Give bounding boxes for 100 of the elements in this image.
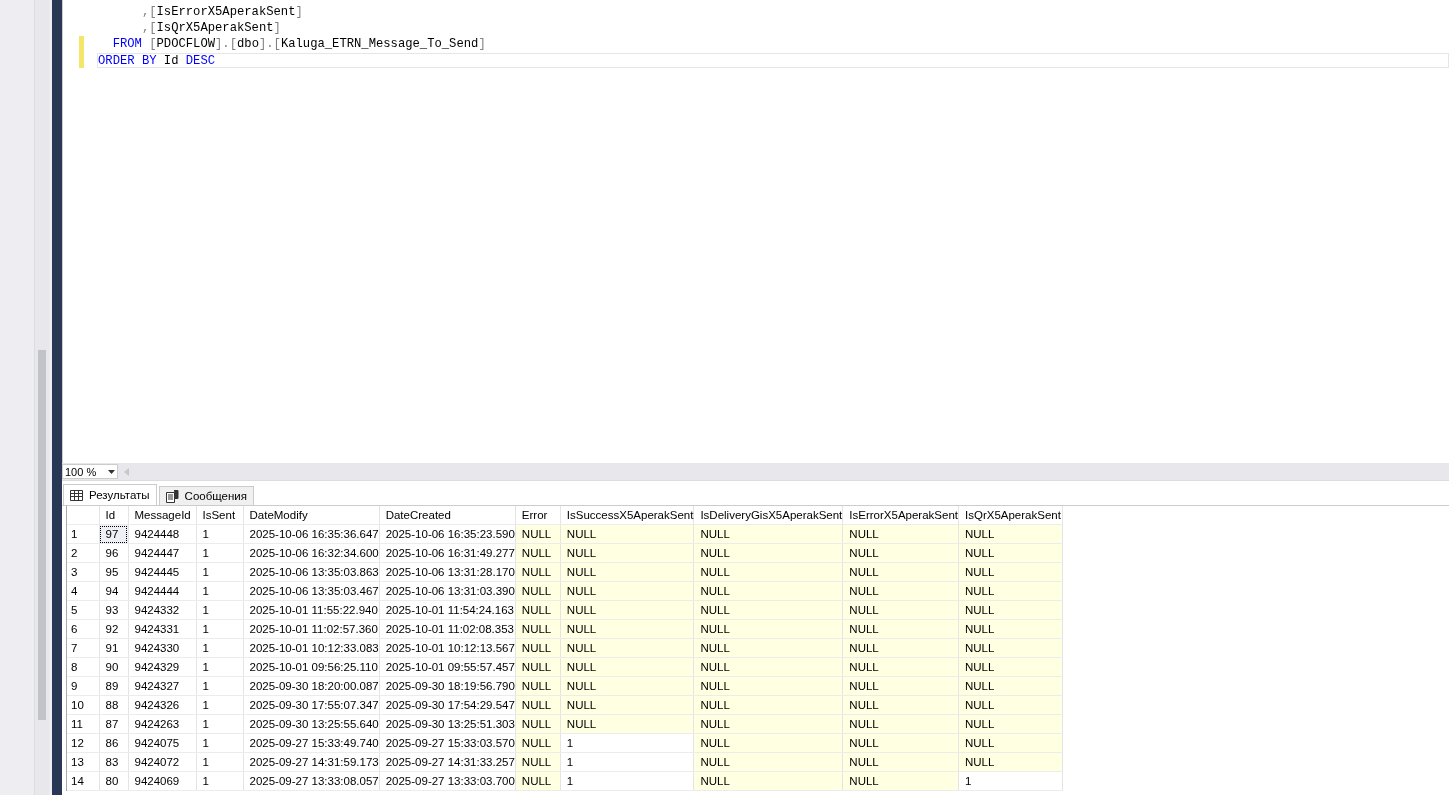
table-cell: 88 bbox=[99, 695, 128, 715]
column-header: IsDeliveryGisX5AperakSent bbox=[693, 506, 843, 525]
row-number: 3 bbox=[67, 562, 99, 582]
row-number: 12 bbox=[67, 733, 99, 753]
table-cell: 2025-09-27 14:31:59.173 bbox=[243, 752, 380, 772]
table-cell: 87 bbox=[99, 714, 128, 734]
table-cell: 2025-09-30 18:19:56.790 bbox=[379, 676, 516, 696]
table-cell: 2025-10-06 13:35:03.467 bbox=[243, 581, 380, 601]
table-cell: 86 bbox=[99, 733, 128, 753]
table-cell: 9424331 bbox=[128, 619, 196, 639]
table-cell: 90 bbox=[99, 657, 128, 677]
table-cell: 9424445 bbox=[128, 562, 196, 582]
table-cell: 2025-09-30 17:54:29.547 bbox=[379, 695, 516, 715]
table-cell: 1 bbox=[196, 695, 243, 715]
grid-icon bbox=[70, 489, 83, 501]
table-cell: 9424072 bbox=[128, 752, 196, 772]
column-header: IsErrorX5AperakSent bbox=[842, 506, 959, 525]
table-cell: 9424069 bbox=[128, 771, 196, 791]
column-header: DateModify bbox=[243, 506, 380, 525]
table-cell: 92 bbox=[99, 619, 128, 639]
table-cell: 9424448 bbox=[128, 524, 196, 544]
table-cell: 2025-09-30 13:25:51.303 bbox=[379, 714, 516, 734]
table-cell: 2025-09-27 13:33:03.700 bbox=[379, 771, 516, 791]
table-cell: 2025-09-30 18:20:00.087 bbox=[243, 676, 380, 696]
table-cell: 1 bbox=[196, 562, 243, 582]
table-cell: 1 bbox=[196, 657, 243, 677]
results-tab[interactable]: Сообщения bbox=[158, 486, 254, 505]
table-cell: 2025-10-01 09:56:25.110 bbox=[243, 657, 380, 677]
table-cell: 9424326 bbox=[128, 695, 196, 715]
table-cell: 95 bbox=[99, 562, 128, 582]
table-cell: 1 bbox=[196, 619, 243, 639]
table-cell: 2025-10-01 11:02:57.360 bbox=[243, 619, 380, 639]
row-number: 14 bbox=[67, 771, 99, 791]
table-cell: 2025-10-01 11:55:22.940 bbox=[243, 600, 380, 620]
column-header: Id bbox=[99, 506, 128, 525]
row-number: 6 bbox=[67, 619, 99, 639]
table-cell: 2025-09-30 17:55:07.347 bbox=[243, 695, 380, 715]
table-cell: 9424075 bbox=[128, 733, 196, 753]
table-cell: 1 bbox=[560, 733, 694, 753]
scrollbar-thumb[interactable] bbox=[38, 350, 47, 720]
table-cell: 1 bbox=[196, 543, 243, 563]
table-cell: 2025-10-01 10:12:13.567 bbox=[379, 638, 516, 658]
document-icon bbox=[165, 489, 179, 503]
table-cell: 96 bbox=[99, 543, 128, 563]
scroll-left-icon[interactable] bbox=[124, 467, 129, 476]
table-cell: 2025-10-06 13:31:03.390 bbox=[379, 581, 516, 601]
table-cell: 2025-10-06 16:32:34.600 bbox=[243, 543, 380, 563]
table-cell: 2025-10-06 13:35:03.863 bbox=[243, 562, 380, 582]
row-number: 9 bbox=[67, 676, 99, 696]
table-cell: 1 bbox=[958, 771, 1063, 791]
row-number: 13 bbox=[67, 752, 99, 772]
table-cell: 2025-09-27 14:31:33.257 bbox=[379, 752, 516, 772]
column-header: IsSent bbox=[196, 506, 243, 525]
code-line: ,[IsQrX5AperakSent] bbox=[140, 19, 282, 35]
table-cell: 2025-10-06 13:31:28.170 bbox=[379, 562, 516, 582]
code-line: ,[IsErrorX5AperakSent] bbox=[140, 3, 304, 19]
table-cell: 1 bbox=[560, 752, 694, 772]
table-cell: 9424263 bbox=[128, 714, 196, 734]
table-cell: 94 bbox=[99, 581, 128, 601]
results-tab[interactable]: Результаты bbox=[63, 484, 157, 505]
caret-icon bbox=[108, 469, 115, 474]
table-cell: 1 bbox=[196, 600, 243, 620]
table-cell: 83 bbox=[99, 752, 128, 772]
table-cell: 1 bbox=[196, 676, 243, 696]
column-header: Error bbox=[515, 506, 561, 525]
table-cell: 2025-09-27 13:33:08.057 bbox=[243, 771, 380, 791]
table-cell: 1 bbox=[196, 733, 243, 753]
table-cell: 2025-10-06 16:31:49.277 bbox=[379, 543, 516, 563]
row-number: 2 bbox=[67, 543, 99, 563]
table-cell: 1 bbox=[196, 524, 243, 544]
table-cell: 91 bbox=[99, 638, 128, 658]
column-header: IsQrX5AperakSent bbox=[958, 506, 1063, 525]
table-cell: 1 bbox=[196, 581, 243, 601]
table-cell: 1 bbox=[196, 638, 243, 658]
row-number: 1 bbox=[67, 524, 99, 544]
table-cell: 2025-10-01 11:02:08.353 bbox=[379, 619, 516, 639]
code-line: FROM [PDOCFLOW].[dbo].[Kaluga_ETRN_Message_To_Send] bbox=[111, 36, 487, 52]
table-cell: 2025-10-01 09:55:57.457 bbox=[379, 657, 516, 677]
column-header: IsSuccessX5AperakSent bbox=[560, 506, 694, 525]
row-number: 7 bbox=[67, 638, 99, 658]
table-cell: 2025-10-01 11:54:24.163 bbox=[379, 600, 516, 620]
table-cell: 9424447 bbox=[128, 543, 196, 563]
table-cell: 2025-10-06 16:35:36.647 bbox=[243, 524, 380, 544]
table-cell: 1 bbox=[196, 714, 243, 734]
row-number: 8 bbox=[67, 657, 99, 677]
table-cell: 2025-09-30 13:25:55.640 bbox=[243, 714, 380, 734]
table-cell: 2025-10-06 16:35:23.590 bbox=[379, 524, 516, 544]
table-cell: 9424330 bbox=[128, 638, 196, 658]
column-header: MessageId bbox=[128, 506, 196, 525]
table-cell: 9424327 bbox=[128, 676, 196, 696]
row-number: 4 bbox=[67, 581, 99, 601]
row-number: 11 bbox=[67, 714, 99, 734]
table-cell: 9424329 bbox=[128, 657, 196, 677]
table-cell: 9424332 bbox=[128, 600, 196, 620]
row-number: 10 bbox=[67, 695, 99, 715]
table-cell: 2025-09-27 15:33:49.740 bbox=[243, 733, 380, 753]
table-cell: 2025-10-01 10:12:33.083 bbox=[243, 638, 380, 658]
row-number: 5 bbox=[67, 600, 99, 620]
table-cell: 1 bbox=[196, 771, 243, 791]
zoom-dropdown[interactable]: 100 % bbox=[62, 464, 118, 479]
